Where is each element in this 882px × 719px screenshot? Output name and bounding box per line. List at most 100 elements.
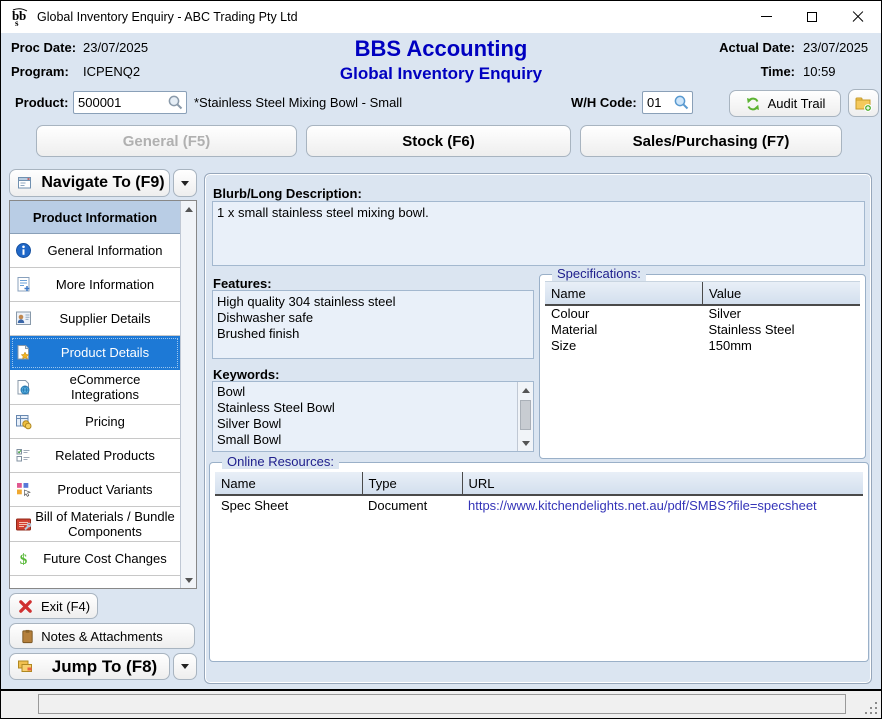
audit-trail-icon [745,96,761,112]
tab-row: General (F5) Stock (F6) Sales/Purchasing (… [36,125,842,157]
variants-icon [15,481,32,498]
table-cell: Stainless Steel [703,322,861,338]
table-cell: Size [545,338,703,354]
wh-code-input[interactable] [643,93,672,112]
keywords-listbox[interactable]: BowlStainless Steel BowlSilver BowlSmall… [212,381,534,452]
maximize-button[interactable] [789,1,835,32]
resize-grip[interactable] [864,701,878,715]
wh-code-lookup-field [642,91,693,114]
navigate-to-button[interactable]: Navigate To (F9) [9,169,170,197]
info-icon [15,242,32,259]
close-button[interactable] [835,1,881,32]
navigate-to-label: Navigate To (F9) [41,174,169,192]
features-textbox[interactable]: High quality 304 stainless steelDishwash… [212,290,534,359]
sidebar-item-future-cost-changes[interactable]: $ Future Cost Changes [10,542,180,576]
sidebar-item-bill-of-materials-bundle-components[interactable]: Bill of Materials / Bundle Components [10,507,180,542]
sidebar-section-header: Product Information [10,201,180,234]
minimize-button[interactable] [743,1,789,32]
sidebar-item-label: Pricing [34,414,176,429]
add-folder-button[interactable] [848,89,879,117]
online-resources-table: NameTypeURL Spec SheetDocumenthttps://ww… [215,472,863,516]
app-logo-icon: bbs [10,7,30,27]
jump-to-label: Jump To (F8) [42,657,169,677]
wh-search-icon[interactable] [672,93,691,112]
table-row[interactable]: ColourSilver [545,305,860,322]
clipboard-icon [20,629,35,644]
sidebar-nav-list: Product Information General InformationM… [9,200,197,589]
scroll-up-icon[interactable] [181,201,196,217]
sidebar: Navigate To (F9) Product Information Gen… [9,169,197,197]
sidebar-item-label: eCommerce Integrations [34,372,176,402]
chevron-down-icon [181,664,189,669]
svg-text:$: $ [20,552,28,567]
bom-icon [15,516,32,533]
scrollbar-thumb[interactable] [520,400,531,430]
specifications-header-row: NameValue [545,282,860,305]
sidebar-item-ecommerce-integrations[interactable]: eCommerce Integrations [10,370,180,405]
supplier-icon [15,310,32,327]
sidebar-item-label: Related Products [34,448,176,463]
header: Proc Date:23/07/2025 Program:ICPENQ2 BBS… [1,33,881,89]
titlebar: bbs Global Inventory Enquiry - ABC Tradi… [1,1,881,33]
product-description: *Stainless Steel Mixing Bowl - Small [194,95,402,110]
keywords-items: BowlStainless Steel BowlSilver BowlSmall… [213,382,517,451]
feature-line: Dishwasher safe [217,310,529,326]
sidebar-item-label: Bill of Materials / Bundle Components [34,509,176,539]
table-row[interactable]: Size150mm [545,338,860,354]
app-window: bbs Global Inventory Enquiry - ABC Tradi… [0,0,882,719]
table-cell: Material [545,322,703,338]
time-label: Time: [761,64,795,79]
features-label: Features: [213,276,272,291]
table-cell: Colour [545,305,703,322]
sidebar-item-product-details[interactable]: Product Details [10,336,180,370]
jump-to-button[interactable]: Jump To (F8) [9,653,170,680]
sidebar-item-product-variants[interactable]: Product Variants [10,473,180,507]
specifications-title: Specifications: [552,266,646,281]
audit-trail-button[interactable]: Audit Trail [729,90,841,117]
sidebar-item-label: Future Cost Changes [34,551,176,566]
sidebar-item-label: Product Details [34,345,176,360]
table-cell: https://www.kitchendelights.net.au/pdf/S… [462,495,863,516]
notes-attachments-button[interactable]: Notes & Attachments [9,623,195,649]
sidebar-item-general-information[interactable]: General Information [10,234,180,268]
sidebar-item-label: Product Variants [34,482,176,497]
keywords-scrollbar[interactable] [517,382,533,451]
specifications-table: NameValue ColourSilverMaterialStainless … [545,282,860,354]
table-row[interactable]: MaterialStainless Steel [545,322,860,338]
keyword-item[interactable]: Silver Bowl [217,416,517,432]
sidebar-scrollbar[interactable] [180,201,196,588]
navigate-dropdown-button[interactable] [173,169,197,197]
sidebar-item-more-information[interactable]: More Information [10,268,180,302]
keywords-label: Keywords: [213,367,279,382]
keyword-item[interactable]: Small Bowl [217,432,517,448]
product-bar: Product: *Stainless Steel Mixing Bowl - … [1,89,881,123]
page-globe-icon [15,379,32,396]
actual-date-label: Actual Date: [719,40,795,55]
tab-stock-f6[interactable]: Stock (F6) [306,125,571,157]
scroll-down-icon[interactable] [518,435,533,451]
tab-general-f5: General (F5) [36,125,297,157]
keyword-item[interactable]: Bowl [217,384,517,400]
wh-code-label: W/H Code: [571,95,637,110]
sidebar-item-pricing[interactable]: Pricing [10,405,180,439]
product-search-icon[interactable] [166,93,185,112]
minimize-icon [761,16,772,17]
product-code-input[interactable] [74,93,166,112]
resource-url-link[interactable]: https://www.kitchendelights.net.au/pdf/S… [468,498,817,513]
product-lookup-field [73,91,187,114]
product-label: Product: [15,95,68,110]
sidebar-item-related-products[interactable]: Related Products [10,439,180,473]
blurb-textbox[interactable]: 1 x small stainless steel mixing bowl. [212,201,865,266]
tab-sales-purchasing-f7[interactable]: Sales/Purchasing (F7) [580,125,842,157]
notes-label: Notes & Attachments [41,629,162,644]
scroll-up-icon[interactable] [518,382,533,398]
exit-button[interactable]: Exit (F4) [9,593,98,619]
exit-x-icon [18,599,33,614]
folder-plus-icon [855,95,872,112]
scroll-down-icon[interactable] [181,572,196,588]
table-row[interactable]: Spec SheetDocumenthttps://www.kitchendel… [215,495,863,516]
jump-dropdown-button[interactable] [173,653,197,680]
sidebar-item-supplier-details[interactable]: Supplier Details [10,302,180,336]
specifications-groupbox: Specifications: NameValue ColourSilverMa… [539,274,866,459]
keyword-item[interactable]: Stainless Steel Bowl [217,400,517,416]
